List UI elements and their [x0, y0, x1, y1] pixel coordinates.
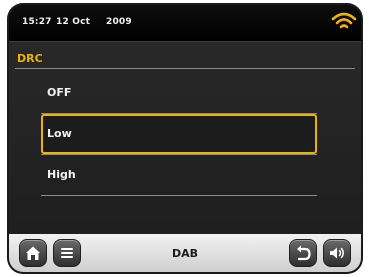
selection-highlight — [41, 114, 317, 154]
screen: 15:27 12 Oct 2009 DRC OFF Low High DAB — [9, 5, 361, 272]
list-item-low[interactable]: Low — [41, 114, 317, 155]
back-icon — [297, 245, 311, 261]
status-year: 2009 — [106, 17, 132, 27]
bottom-bar: DAB — [9, 234, 361, 272]
section-title: DRC — [17, 52, 43, 65]
list-item-high[interactable]: High — [41, 155, 317, 196]
list-item-label: High — [47, 168, 76, 181]
status-bar: 15:27 12 Oct 2009 — [9, 5, 361, 42]
list-item-label: Low — [47, 127, 72, 140]
list-item-off[interactable]: OFF — [41, 73, 317, 114]
volume-icon — [330, 247, 344, 259]
wifi-signal-icon — [331, 12, 357, 29]
section-divider — [15, 68, 355, 69]
back-button[interactable] — [289, 239, 317, 267]
list-item-label: OFF — [47, 86, 72, 99]
radio-device: 15:27 12 Oct 2009 DRC OFF Low High DAB — [7, 3, 363, 274]
volume-button[interactable] — [323, 239, 351, 267]
drc-options-list: OFF Low High — [41, 73, 317, 196]
status-date: 12 Oct — [56, 17, 91, 27]
status-time: 15:27 — [22, 17, 52, 27]
